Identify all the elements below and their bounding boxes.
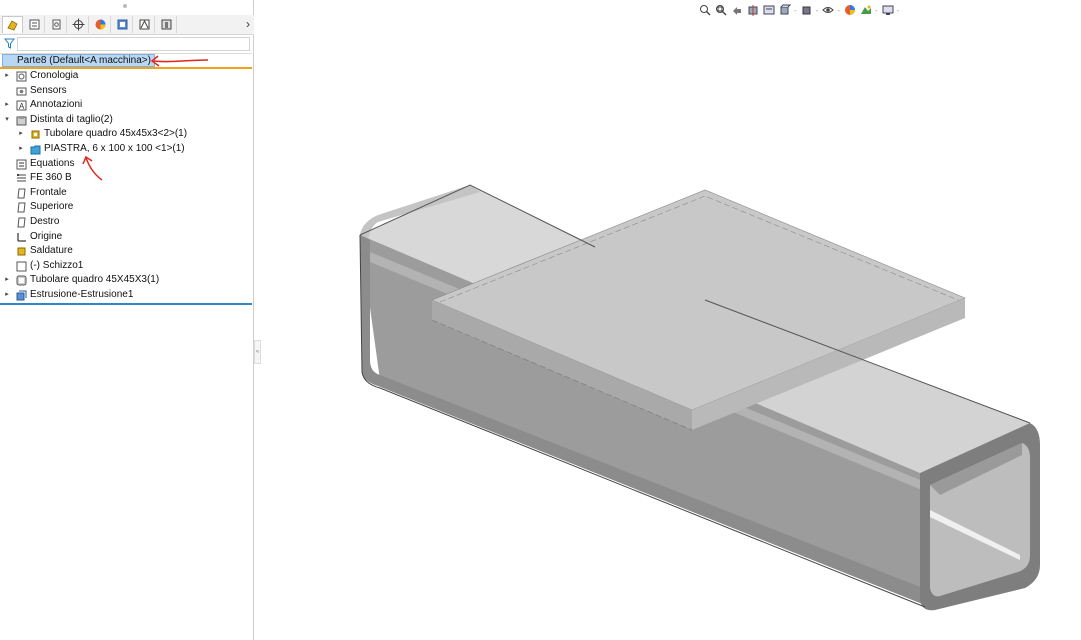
tree-item[interactable]: Equations	[0, 157, 252, 172]
tree-item[interactable]: Destro	[0, 215, 252, 230]
tree-item-label: (-) Schizzo1	[30, 259, 84, 271]
cut-list-icon	[16, 115, 27, 126]
tree-item-label: Tubolare quadro 45X45X3(1)	[30, 274, 160, 286]
annotation-arrow-plate	[82, 155, 103, 181]
expand-arrow-icon[interactable]: ▸	[17, 142, 25, 157]
dimxpert-manager-tab-icon[interactable]	[68, 16, 89, 33]
tree-item[interactable]: (-) Schizzo1	[0, 259, 252, 274]
part-root-label[interactable]: Parte8 (Default<A macchina>)	[2, 54, 155, 67]
weldment-member-icon	[31, 130, 40, 139]
tree-item-label: Annotazioni	[30, 99, 83, 111]
structural-member-icon	[16, 275, 27, 286]
plane-icon	[17, 217, 26, 228]
graphics-area[interactable]	[82, 0, 1081, 640]
tree-item[interactable]: ▾ Distinta di taglio(2)	[0, 113, 252, 128]
tree-item[interactable]: ▸ A Annotazioni	[0, 98, 252, 113]
plane-icon	[17, 188, 26, 199]
expand-arrow-icon[interactable]: ▸	[3, 69, 11, 84]
sensors-icon	[16, 87, 27, 96]
tree-item-label: Frontale	[30, 186, 67, 198]
tree-item[interactable]: ▸ Cronologia	[0, 69, 252, 84]
svg-text:A: A	[19, 102, 25, 111]
weldment-icon	[17, 247, 26, 256]
feature-manager-panel: › Parte8 (Default<A macchina>) ▸ Cronolog…	[0, 0, 254, 640]
cut-list-folder-icon	[30, 145, 41, 155]
tree-item[interactable]: Saldature	[0, 244, 252, 259]
tree-item[interactable]: ▸ Tubolare quadro 45x45x3<2>(1)	[0, 127, 252, 142]
cam-operation-tab-icon[interactable]	[134, 16, 155, 33]
model-view[interactable]	[262, 0, 1081, 640]
expand-arrow-icon[interactable]: ▸	[3, 98, 11, 113]
tree-item-label: Estrusione-Estrusione1	[30, 288, 134, 300]
property-manager-tab-icon[interactable]	[24, 16, 45, 33]
filter-icon[interactable]	[4, 38, 15, 49]
tree-item[interactable]: Superiore	[0, 200, 252, 215]
history-folder-icon	[16, 71, 27, 82]
configuration-manager-tab-icon[interactable]	[46, 16, 67, 33]
tree-item-label: Distinta di taglio(2)	[30, 113, 113, 125]
tree-item-label: Superiore	[30, 201, 74, 213]
collapse-arrow-icon[interactable]: ▾	[3, 113, 11, 128]
tree-item[interactable]: Frontale	[0, 186, 252, 201]
tree-item-label: Equations	[30, 157, 75, 169]
sketch-icon	[16, 261, 27, 272]
tree-item[interactable]: ▸ Tubolare quadro 45X45X3(1)	[0, 273, 252, 288]
expand-arrow-icon[interactable]: ▸	[3, 273, 11, 288]
tree-item-label: Saldature	[30, 245, 73, 257]
tabs-more-arrow[interactable]: ›	[246, 17, 250, 31]
expand-arrow-icon[interactable]: ▸	[17, 127, 25, 142]
cam-feature-manager-tab-icon[interactable]	[112, 16, 133, 33]
tree-item[interactable]: ▸ Estrusione-Estrusione1	[0, 288, 252, 303]
cam-tool-tab-icon[interactable]	[156, 16, 177, 33]
tree-item[interactable]: Origine	[0, 230, 252, 245]
tree-item-label: Cronologia	[30, 70, 79, 81]
equations-icon	[16, 159, 27, 170]
panel-grip[interactable]	[0, 0, 254, 14]
feature-manager-tabs: ›	[0, 15, 254, 35]
extrude-icon	[16, 290, 27, 301]
expand-arrow-icon[interactable]: ▸	[3, 288, 11, 303]
tree-item-label: Tubolare quadro 45x45x3<2>(1)	[44, 128, 188, 140]
tree-item-label: PIASTRA, 6 x 100 x 100 <1>(1)	[44, 142, 185, 154]
plane-icon	[17, 202, 26, 213]
tree-item-label: FE 360 B	[30, 172, 72, 184]
annotation-arrow-root	[150, 55, 209, 67]
filter-input[interactable]	[17, 37, 250, 51]
feature-tree: ▸ Cronologia Sensors ▸ A Annotazioni ▾ Distinta…	[0, 69, 252, 303]
feature-manager-tab-icon[interactable]	[2, 16, 23, 33]
tree-item-label: Origine	[30, 230, 63, 242]
tree-item[interactable]: Sensors	[0, 84, 252, 99]
origin-icon	[17, 232, 26, 242]
annotations-icon: A	[16, 100, 27, 111]
tree-item[interactable]: FE 360 B	[0, 171, 252, 186]
display-manager-tab-icon[interactable]	[90, 16, 111, 33]
material-icon	[17, 174, 26, 182]
tree-end-marker[interactable]	[0, 303, 252, 305]
panel-collapse-handle[interactable]: «	[254, 340, 261, 364]
tree-item-label: Sensors	[30, 84, 67, 96]
tree-item[interactable]: ▸ PIASTRA, 6 x 100 x 100 <1>(1)	[0, 142, 252, 157]
tree-item-label: Destro	[30, 215, 60, 227]
